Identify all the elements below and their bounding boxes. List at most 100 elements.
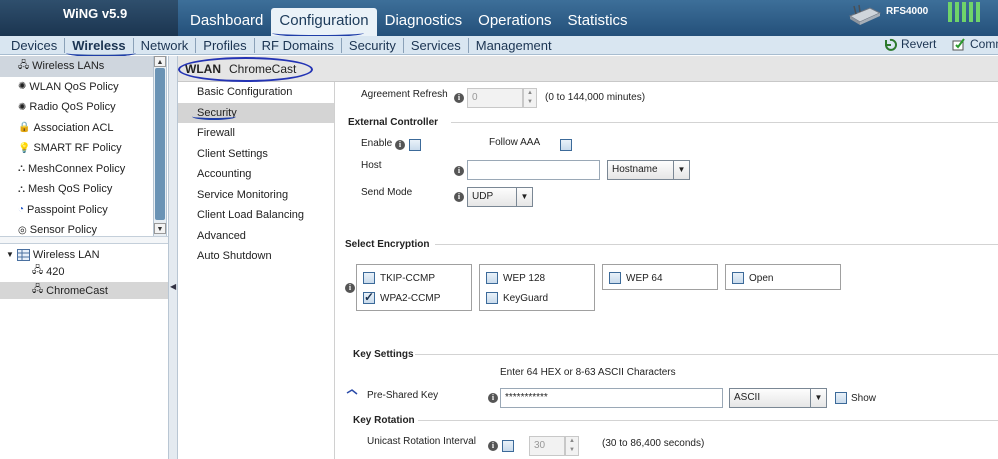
menu-label: WLAN QoS Policy [29,80,119,93]
menu-auto-shutdown[interactable]: Auto Shutdown [178,246,334,267]
menu-radio-qos-policy[interactable]: ✺ Radio QoS Policy [0,97,166,118]
key-settings-title: Key Settings [353,349,414,360]
key-rotation-title: Key Rotation [353,415,415,426]
menu-label: Radio QoS Policy [29,101,116,114]
agreement-refresh-input[interactable]: 0 [467,88,523,108]
tab-operations[interactable]: Operations [470,8,559,36]
open-label: Open [749,273,774,284]
info-icon[interactable]: i [488,393,498,403]
host-label: Host [361,160,382,171]
wireless-menu: 🖧 Wireless LANs ✺ WLAN QoS Policy ✺ Radi… [0,56,167,236]
mesh-icon: ⛬ [18,163,25,175]
menu-accounting[interactable]: Accounting [178,164,334,185]
subnav-profiles[interactable]: Profiles [196,38,255,53]
menu-label: Passpoint Policy [27,203,108,216]
subnav-security[interactable]: Security [342,38,404,53]
wlan-node-icon: 🖧 [32,265,44,276]
menu-meshconnex-policy[interactable]: ⛬ MeshConnex Policy [0,159,166,180]
menu-client-load-balancing[interactable]: Client Load Balancing [178,205,334,226]
wlan-settings-menu: Basic Configuration Security Firewall Cl… [178,82,335,459]
info-icon[interactable]: i [454,192,464,202]
enable-checkbox[interactable] [409,139,421,151]
wlan-tree: ▼ Wireless LAN 🖧 420 🖧 ChromeCast [0,244,168,459]
revert-label: Revert [901,37,937,51]
tkip-ccmp-checkbox[interactable] [363,272,375,284]
tab-statistics[interactable]: Statistics [560,8,636,36]
tree-root-label: Wireless LAN [32,248,100,261]
scroll-up-icon[interactable]: ▲ [154,56,166,67]
host-type-select[interactable]: Hostname ▼ [607,160,690,180]
device-name: RFS4000 [886,6,929,17]
chevron-down-icon: ▼ [810,389,826,407]
psk-input[interactable]: *********** [500,388,723,408]
tree-item-label: 420 [46,265,65,278]
collapse-left-icon[interactable]: ◀ [170,282,176,291]
commit-button[interactable]: Comm [952,37,998,51]
menu-service-monitoring[interactable]: Service Monitoring [178,185,334,206]
menu-passpoint-policy[interactable]: ◔ Passpoint Policy [0,200,166,221]
menu-label: Mesh QoS Policy [28,183,113,196]
key-format-select[interactable]: ASCII ▼ [729,388,827,408]
info-icon[interactable]: i [454,93,464,103]
follow-aaa-checkbox[interactable] [560,139,572,151]
wpa2-ccmp-checkbox[interactable] [363,290,375,304]
divider [451,122,998,123]
menu-association-acl[interactable]: 🔒 Association ACL [0,118,166,139]
menu-firewall[interactable]: Firewall [178,123,334,144]
wlan-icon: 🖧 [18,59,30,71]
panel-splitter[interactable] [0,236,168,244]
open-checkbox[interactable] [732,272,744,284]
subnav-network[interactable]: Network [134,38,197,53]
subnav-services[interactable]: Services [404,38,469,53]
send-mode-select[interactable]: UDP ▼ [467,187,533,207]
menu-label: Wireless LANs [32,60,105,73]
revert-button[interactable]: Revert [883,37,936,51]
info-icon[interactable]: i [345,283,355,293]
required-icon [346,389,358,395]
host-input[interactable] [467,160,600,180]
tree-item-420[interactable]: 🖧 420 [32,263,65,280]
wifi-icon: ◔ [18,204,25,216]
follow-aaa-label: Follow AAA [489,137,541,148]
scroll-down-icon[interactable]: ▼ [154,223,166,234]
scroll-thumb[interactable] [155,68,165,220]
send-mode-value: UDP [472,191,494,202]
menu-client-settings[interactable]: Client Settings [178,144,334,165]
enable-label: Enable [361,138,393,149]
tree-item-chromecast[interactable]: 🖧 ChromeCast [0,282,168,299]
menu-advanced[interactable]: Advanced [178,226,334,247]
show-key-checkbox[interactable] [835,392,847,404]
chevron-down-icon: ▼ [673,161,689,179]
menu-scrollbar[interactable]: ▲ ▼ [153,56,166,236]
menu-wireless-lans[interactable]: 🖧 Wireless LANs [0,56,166,77]
chevron-down-icon: ▼ [516,188,532,206]
unicast-rotation-checkbox[interactable] [502,440,514,452]
vertical-splitter[interactable]: ◀ [168,56,178,459]
encryption-group-wep128: WEP 128 KeyGuard [479,264,595,311]
wep128-checkbox[interactable] [486,272,498,284]
wep64-label: WEP 64 [626,273,663,284]
menu-basic-configuration[interactable]: Basic Configuration [178,82,334,103]
info-icon[interactable]: i [395,140,405,150]
tree-root[interactable]: ▼ Wireless LAN [6,246,100,263]
subnav-devices[interactable]: Devices [4,38,66,53]
unicast-rotation-spinner[interactable]: ▲ ▼ [565,436,579,456]
tab-dashboard[interactable]: Dashboard [182,8,271,36]
info-icon[interactable]: i [488,441,498,451]
tab-diagnostics[interactable]: Diagnostics [377,8,471,36]
keyguard-checkbox[interactable] [486,292,498,304]
unicast-rotation-input[interactable]: 30 [529,436,565,456]
menu-mesh-qos-policy[interactable]: ⛬ Mesh QoS Policy [0,179,166,200]
commit-icon [952,38,965,51]
agreement-refresh-spinner[interactable]: ▲ ▼ [523,88,537,108]
collapse-icon[interactable]: ▼ [6,250,14,259]
show-key-label: Show [851,393,877,404]
subnav-rf-domains[interactable]: RF Domains [255,38,342,53]
encryption-group-wep64: WEP 64 [602,264,718,290]
menu-wlan-qos-policy[interactable]: ✺ WLAN QoS Policy [0,77,166,98]
subnav-management[interactable]: Management [469,38,559,53]
wep64-checkbox[interactable] [609,272,621,284]
mesh-qos-icon: ⛬ [18,183,25,195]
menu-smart-rf-policy[interactable]: 💡 SMART RF Policy [0,138,166,159]
info-icon[interactable]: i [454,166,464,176]
